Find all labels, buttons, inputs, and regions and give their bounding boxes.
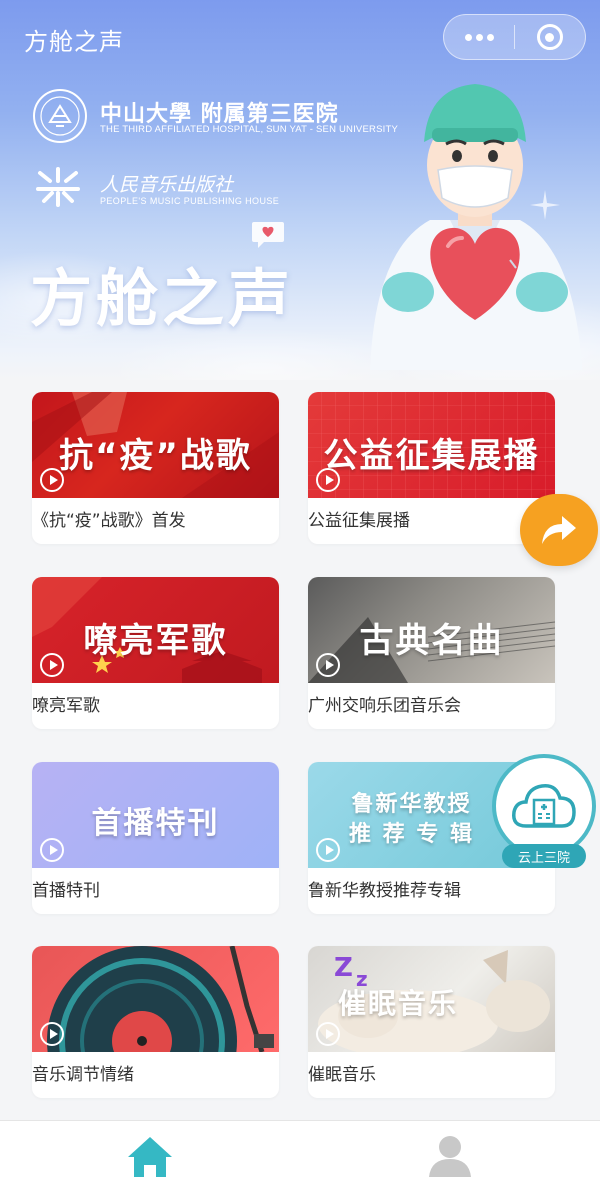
card-banner: 抗“疫”战歌 bbox=[32, 392, 279, 498]
card-banner bbox=[32, 946, 279, 1052]
share-button[interactable] bbox=[520, 494, 598, 566]
cloud-hospital-button[interactable]: 云上三院 bbox=[488, 752, 598, 870]
cloud-hospital-label: 云上三院 bbox=[502, 844, 586, 868]
card-caption: 催眠音乐 bbox=[308, 1065, 376, 1085]
play-icon[interactable] bbox=[316, 653, 340, 677]
play-icon[interactable] bbox=[40, 1022, 64, 1046]
card-banner: Z z 催眠音乐 bbox=[308, 946, 555, 1052]
cloud-hospital-icon bbox=[512, 784, 576, 828]
program-card-military-songs[interactable]: 嘹亮军歌 嘹亮军歌 bbox=[32, 577, 279, 729]
card-banner-text: 抗“疫”战歌 bbox=[59, 436, 252, 476]
svg-text:Z: Z bbox=[334, 953, 353, 983]
publisher-english-name: PEOPLE'S MUSIC PUBLISHING HOUSE bbox=[100, 196, 280, 206]
play-icon[interactable] bbox=[316, 468, 340, 492]
card-caption: 《抗“疫”战歌》首发 bbox=[32, 511, 186, 531]
bottom-tab-bar bbox=[0, 1120, 600, 1187]
card-caption: 广州交响乐团音乐会 bbox=[308, 696, 461, 716]
card-banner: 公益征集展播 bbox=[308, 392, 555, 498]
program-card-classical-music[interactable]: 古典名曲 广州交响乐团音乐会 bbox=[308, 577, 555, 729]
user-icon[interactable] bbox=[427, 1133, 473, 1179]
program-card-premiere-special[interactable]: 首播特刊 首播特刊 bbox=[32, 762, 279, 914]
play-icon[interactable] bbox=[40, 838, 64, 862]
play-icon[interactable] bbox=[316, 838, 340, 862]
program-card-sleep-music[interactable]: Z z 催眠音乐 催眠音乐 bbox=[308, 946, 555, 1098]
hero-headline: 方舱之声 bbox=[30, 262, 295, 335]
cloud-hospital-circle bbox=[492, 754, 596, 858]
card-banner-text: 古典名曲 bbox=[359, 621, 504, 661]
vinyl-record-icon bbox=[47, 946, 274, 1052]
card-caption: 鲁新华教授推荐专辑 bbox=[308, 881, 461, 901]
card-banner-text: 公益征集展播 bbox=[323, 436, 540, 476]
home-icon[interactable] bbox=[126, 1135, 174, 1179]
play-icon[interactable] bbox=[316, 1022, 340, 1046]
card-banner: 首播特刊 bbox=[32, 762, 279, 868]
share-arrow-icon bbox=[542, 516, 576, 544]
card-banner-text: 嘹亮军歌 bbox=[83, 621, 228, 661]
doctor-illustration bbox=[370, 84, 582, 370]
program-card-anti-epidemic-songs[interactable]: 抗“疫”战歌 《抗“疫”战歌》首发 bbox=[32, 392, 279, 544]
card-banner-text: 催眠音乐 bbox=[338, 987, 459, 1020]
program-card-public-collection[interactable]: 公益征集展播 公益征集展播 bbox=[308, 392, 555, 544]
play-icon[interactable] bbox=[40, 468, 64, 492]
card-banner: 古典名曲 bbox=[308, 577, 555, 683]
hospital-logo-icon bbox=[33, 89, 87, 143]
hero-banner: 方舱之声 中山大學 附属第三医院 THE THIRD AFFILIATED HO… bbox=[0, 0, 600, 380]
publisher-name: 人民音乐出版社 bbox=[100, 174, 234, 196]
more-dots-icon[interactable] bbox=[444, 15, 514, 59]
card-banner-text: 首播特刊 bbox=[91, 806, 220, 841]
program-card-music-mood[interactable]: 音乐调节情绪 bbox=[32, 946, 279, 1098]
mini-program-close-icon[interactable] bbox=[515, 15, 585, 59]
card-caption: 首播特刊 bbox=[32, 881, 100, 901]
card-banner: 嘹亮军歌 bbox=[32, 577, 279, 683]
chat-heart-icon bbox=[252, 222, 284, 248]
publisher-logo-icon bbox=[36, 167, 80, 207]
play-icon[interactable] bbox=[40, 653, 64, 677]
app-title: 方舱之声 bbox=[24, 28, 124, 56]
card-caption: 音乐调节情绪 bbox=[32, 1065, 134, 1085]
card-caption: 嘹亮军歌 bbox=[32, 696, 100, 716]
card-caption: 公益征集展播 bbox=[308, 511, 410, 531]
mini-program-capsule bbox=[443, 14, 586, 60]
